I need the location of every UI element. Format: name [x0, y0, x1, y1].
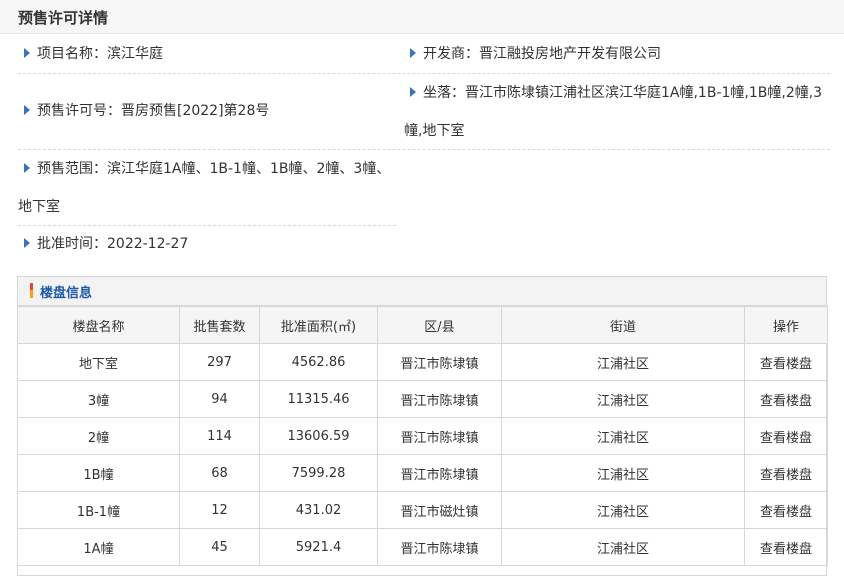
approval-date-field: 批准时间：2022-12-27 — [18, 226, 396, 263]
arrow-bullet-icon — [24, 48, 30, 58]
column-header: 操作 — [744, 306, 828, 344]
street-cell: 江浦社区 — [501, 380, 745, 418]
area-cell: 13606.59 — [259, 417, 378, 455]
info-row: 批准时间：2022-12-27 — [18, 226, 830, 264]
view-building-link[interactable]: 查看楼盘 — [744, 343, 828, 381]
street-cell: 江浦社区 — [501, 491, 745, 529]
column-header: 区/县 — [377, 306, 502, 344]
table-row: 1A幢 45 5921.4 晋江市陈埭镇 江浦社区 查看楼盘 — [17, 528, 828, 566]
table-row: 1B-1幢 12 431.02 晋江市磁灶镇 江浦社区 查看楼盘 — [17, 491, 828, 529]
view-building-link[interactable]: 查看楼盘 — [744, 380, 828, 418]
permit-info-section: 项目名称：滨江华庭 开发商：晋江融投房地产开发有限公司 预售许可号：晋房预售[2… — [18, 36, 830, 264]
street-cell: 江浦社区 — [501, 417, 745, 455]
permit-number-field: 预售许可号：晋房预售[2022]第28号 — [18, 93, 396, 130]
units-cell: 94 — [179, 380, 260, 418]
column-header: 批准面积(㎡) — [259, 306, 378, 344]
district-cell: 晋江市磁灶镇 — [377, 491, 502, 529]
building-name-cell: 1A幢 — [17, 528, 180, 566]
panel-title: 楼盘信息 — [40, 286, 93, 301]
area-cell: 11315.46 — [259, 380, 378, 418]
info-row: 项目名称：滨江华庭 开发商：晋江融投房地产开发有限公司 — [18, 36, 830, 74]
table-row: 3幢 94 11315.46 晋江市陈埭镇 江浦社区 查看楼盘 — [17, 380, 828, 418]
district-cell: 晋江市陈埭镇 — [377, 528, 502, 566]
building-name-cell: 1B幢 — [17, 454, 180, 492]
project-name-text: 项目名称：滨江华庭 — [37, 46, 163, 62]
arrow-bullet-icon — [410, 87, 416, 97]
permit-number-text: 预售许可号：晋房预售[2022]第28号 — [37, 103, 270, 119]
location-field: 坐落：晋江市陈埭镇江浦社区滨江华庭1A幢,1B-1幢,1B幢,2幢,3幢,地下室 — [404, 74, 830, 150]
units-cell: 12 — [179, 491, 260, 529]
units-cell: 68 — [179, 454, 260, 492]
developer-field: 开发商：晋江融投房地产开发有限公司 — [404, 36, 830, 73]
table-header-row: 楼盘名称 批售套数 批准面积(㎡) 区/县 街道 操作 — [17, 306, 828, 344]
project-name-field: 项目名称：滨江华庭 — [18, 36, 396, 73]
building-info-panel: 楼盘信息 楼盘名称 批售套数 批准面积(㎡) 区/县 街道 操作 地下室 297 — [17, 276, 828, 576]
district-cell: 晋江市陈埭镇 — [377, 380, 502, 418]
arrow-bullet-icon — [410, 48, 416, 58]
arrow-bullet-icon — [24, 105, 30, 115]
view-building-link[interactable]: 查看楼盘 — [744, 491, 828, 529]
street-cell: 江浦社区 — [501, 454, 745, 492]
page-title: 预售许可详情 — [18, 9, 109, 27]
approval-date-text: 批准时间：2022-12-27 — [37, 236, 189, 252]
area-cell: 431.02 — [259, 491, 378, 529]
page-header: 预售许可详情 — [0, 0, 844, 34]
column-header: 批售套数 — [179, 306, 260, 344]
presale-scope-text: 预售范围：滨江华庭1A幢、1B-1幢、1B幢、2幢、3幢、地下室 — [18, 161, 391, 215]
table-row: 地下室 297 4562.86 晋江市陈埭镇 江浦社区 查看楼盘 — [17, 343, 828, 381]
arrow-bullet-icon — [24, 163, 30, 173]
building-name-cell: 3幢 — [17, 380, 180, 418]
units-cell: 297 — [179, 343, 260, 381]
column-header: 街道 — [501, 306, 745, 344]
building-name-cell: 地下室 — [17, 343, 180, 381]
developer-text: 开发商：晋江融投房地产开发有限公司 — [423, 46, 661, 62]
street-cell: 江浦社区 — [501, 343, 745, 381]
area-cell: 7599.28 — [259, 454, 378, 492]
area-cell: 4562.86 — [259, 343, 378, 381]
view-building-link[interactable]: 查看楼盘 — [744, 454, 828, 492]
view-building-link[interactable]: 查看楼盘 — [744, 417, 828, 455]
table-row: 2幢 114 13606.59 晋江市陈埭镇 江浦社区 查看楼盘 — [17, 417, 828, 455]
units-cell: 45 — [179, 528, 260, 566]
panel-header: 楼盘信息 — [18, 277, 826, 306]
units-cell: 114 — [179, 417, 260, 455]
info-row: 预售许可号：晋房预售[2022]第28号 坐落：晋江市陈埭镇江浦社区滨江华庭1A… — [18, 74, 830, 150]
column-header: 楼盘名称 — [17, 306, 180, 344]
building-name-cell: 2幢 — [17, 417, 180, 455]
building-name-cell: 1B-1幢 — [17, 491, 180, 529]
section-marker-icon — [30, 283, 33, 298]
area-cell: 5921.4 — [259, 528, 378, 566]
district-cell: 晋江市陈埭镇 — [377, 454, 502, 492]
district-cell: 晋江市陈埭镇 — [377, 417, 502, 455]
arrow-bullet-icon — [24, 238, 30, 248]
street-cell: 江浦社区 — [501, 528, 745, 566]
table-row: 1B幢 68 7599.28 晋江市陈埭镇 江浦社区 查看楼盘 — [17, 454, 828, 492]
building-table: 楼盘名称 批售套数 批准面积(㎡) 区/县 街道 操作 地下室 297 4562… — [17, 306, 828, 566]
info-row: 预售范围：滨江华庭1A幢、1B-1幢、1B幢、2幢、3幢、地下室 — [18, 150, 396, 226]
district-cell: 晋江市陈埭镇 — [377, 343, 502, 381]
view-building-link[interactable]: 查看楼盘 — [744, 528, 828, 566]
presale-scope-field: 预售范围：滨江华庭1A幢、1B-1幢、1B幢、2幢、3幢、地下室 — [18, 150, 396, 226]
location-text: 坐落：晋江市陈埭镇江浦社区滨江华庭1A幢,1B-1幢,1B幢,2幢,3幢,地下室 — [404, 85, 823, 139]
